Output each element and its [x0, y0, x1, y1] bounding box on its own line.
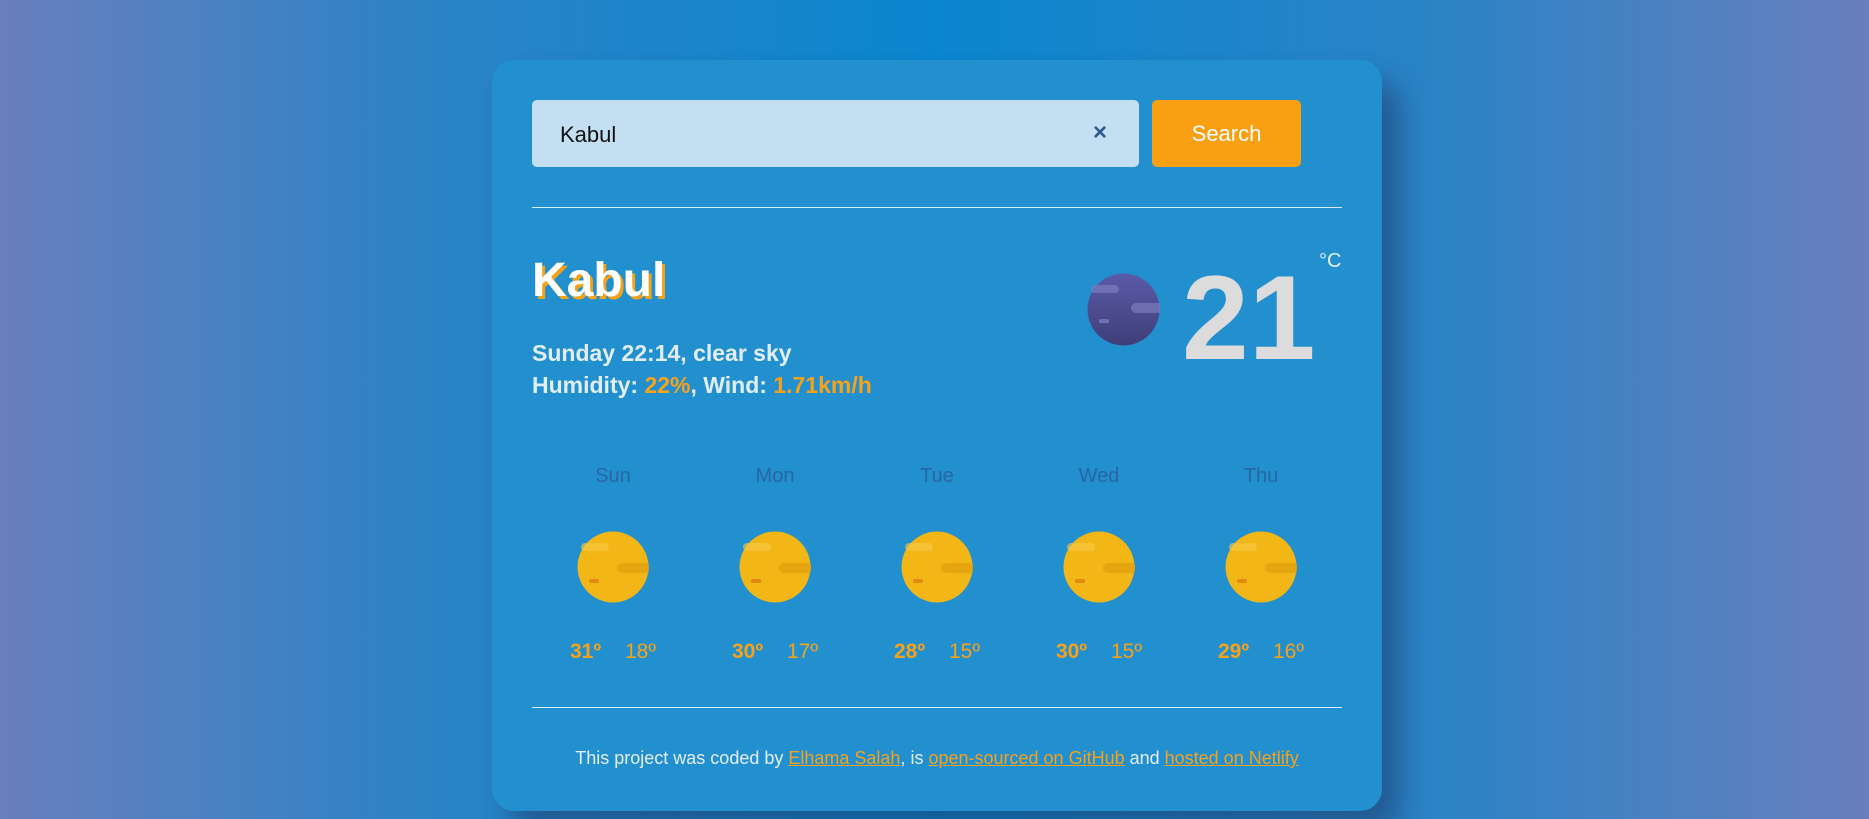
footer-text: This project was coded by: [575, 748, 789, 768]
forecast-temps: 30º 15º: [1018, 640, 1180, 664]
forecast-day: Mon 30º 17º: [694, 465, 856, 665]
forecast-min: 17º: [787, 640, 819, 663]
search-button[interactable]: Search: [1152, 100, 1301, 167]
forecast-min: 18º: [625, 640, 657, 663]
forecast-min: 15º: [949, 640, 981, 663]
forecast-day: Wed 30º 15º: [1018, 465, 1180, 665]
forecast-max: 29º: [1217, 640, 1249, 663]
sun-icon: [1225, 531, 1297, 603]
search-field[interactable]: ×: [532, 100, 1139, 169]
sun-icon: [739, 531, 811, 603]
bottom-divider: [532, 707, 1342, 708]
search-input[interactable]: [558, 100, 1082, 169]
search-form: × Search: [532, 100, 1302, 169]
forecast-temps: 31º 18º: [532, 640, 694, 664]
forecast-day-name: Mon: [755, 465, 795, 487]
top-divider: [532, 207, 1342, 208]
sun-icon: [901, 531, 973, 603]
forecast-day: Thu 29º 16º: [1180, 465, 1342, 665]
city-name: Kabul: [532, 254, 666, 307]
current-details: Sunday 22:14, clear sky Humidity: 22%, W…: [532, 337, 872, 401]
forecast-temps: 29º 16º: [1180, 640, 1342, 664]
wind-value: 1.71km/h: [773, 372, 872, 398]
forecast-min: 16º: [1273, 640, 1305, 663]
humidity-label: Humidity:: [532, 372, 645, 398]
forecast-max: 30º: [1055, 640, 1087, 663]
weather-card: × Search Kabul Sunday 22:14, clear sky H…: [492, 60, 1382, 811]
footer: This project was coded by Elhama Salah, …: [492, 748, 1382, 769]
clear-icon[interactable]: ×: [1087, 120, 1113, 146]
current-temperature: 21: [1182, 251, 1316, 385]
forecast-day: Tue 28º 15º: [856, 465, 1018, 665]
forecast-max: 30º: [731, 640, 763, 663]
forecast-day-name: Tue: [920, 465, 954, 487]
forecast-day: Sun 31º 18º: [532, 465, 694, 665]
humidity-wind: Humidity: 22%, Wind: 1.71km/h: [532, 369, 872, 401]
sun-icon: [577, 531, 649, 603]
sun-icon: [1063, 531, 1135, 603]
forecast-day-name: Sun: [595, 465, 631, 487]
wind-label: , Wind:: [690, 372, 774, 398]
footer-text: and: [1124, 748, 1165, 768]
forecast: Sun 31º 18º Mon 30º 17º Tue 28º 15º Wed …: [532, 465, 1342, 745]
forecast-min: 15º: [1111, 640, 1143, 663]
forecast-temps: 30º 17º: [694, 640, 856, 664]
day-time-description: Sunday 22:14, clear sky: [532, 340, 792, 366]
forecast-temps: 28º 15º: [856, 640, 1018, 664]
forecast-max: 31º: [569, 640, 601, 663]
netlify-link[interactable]: hosted on Netlify: [1165, 748, 1299, 768]
footer-text: , is: [900, 748, 929, 768]
forecast-day-name: Wed: [1078, 465, 1120, 487]
moon-clear-night-icon: [1087, 273, 1160, 346]
forecast-day-name: Thu: [1243, 465, 1279, 487]
github-link[interactable]: open-sourced on GitHub: [928, 748, 1124, 768]
forecast-max: 28º: [893, 640, 925, 663]
temperature-unit: °C: [1319, 250, 1342, 272]
humidity-value: 22%: [644, 372, 691, 398]
author-link[interactable]: Elhama Salah: [788, 748, 900, 768]
